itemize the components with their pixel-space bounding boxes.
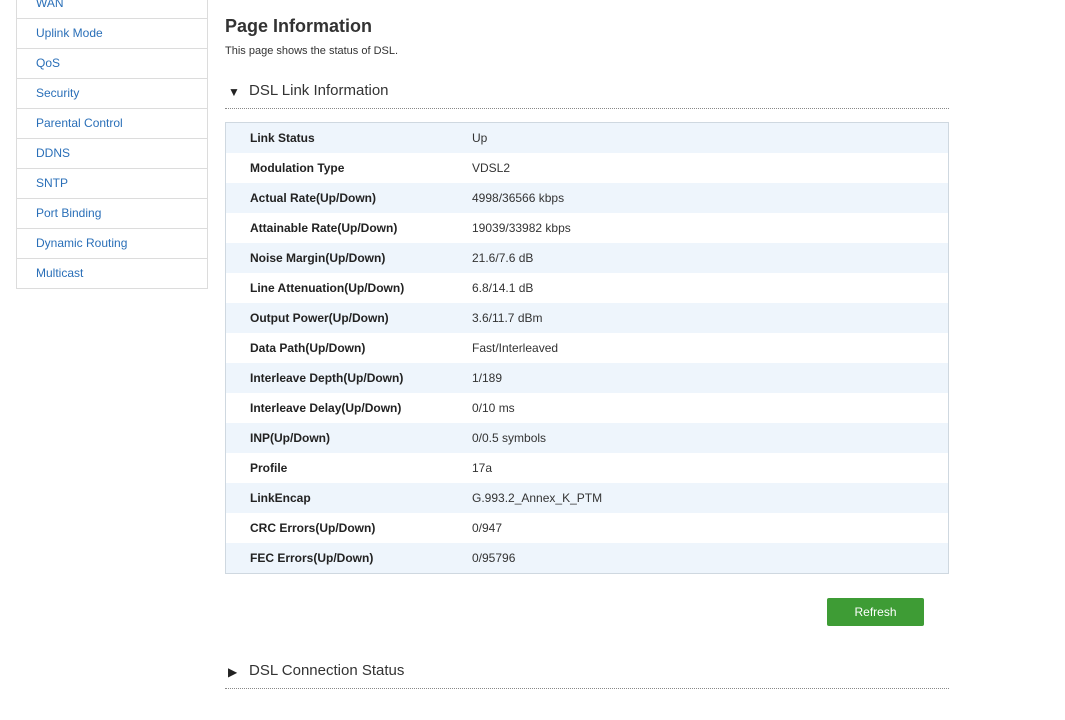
sidebar-item-wan[interactable]: WAN [17, 0, 207, 19]
sidebar-item-parental-control[interactable]: Parental Control [17, 109, 207, 139]
row-value: 0/947 [472, 521, 503, 535]
row-value: 3.6/11.7 dBm [472, 311, 543, 325]
refresh-button[interactable]: Refresh [827, 598, 924, 626]
row-value: Fast/Interleaved [472, 341, 559, 355]
table-row: CRC Errors(Up/Down) 0/947 [226, 513, 948, 543]
row-label: Interleave Delay(Up/Down) [250, 401, 402, 415]
sidebar-item-uplink-mode[interactable]: Uplink Mode [17, 19, 207, 49]
row-value: 17a [472, 461, 493, 475]
sidebar-item-ddns[interactable]: DDNS [17, 139, 207, 169]
sidebar-menu: WAN Uplink Mode QoS Security Parental Co… [16, 0, 208, 289]
row-value: 6.8/14.1 dB [472, 281, 534, 295]
table-row: FEC Errors(Up/Down) 0/95796 [226, 543, 948, 573]
row-value: VDSL2 [472, 161, 511, 175]
table-row: Data Path(Up/Down) Fast/Interleaved [226, 333, 948, 363]
page-title: Page Information [225, 16, 373, 36]
dsl-link-section-header[interactable]: ▼ DSL Link Information [225, 80, 949, 109]
row-label: LinkEncap [250, 491, 311, 505]
table-row: Noise Margin(Up/Down) 21.6/7.6 dB [226, 243, 948, 273]
table-row: Interleave Delay(Up/Down) 0/10 ms [226, 393, 948, 423]
table-row: Link Status Up [226, 123, 948, 153]
dsl-connection-section-header[interactable]: ▶ DSL Connection Status [225, 660, 949, 689]
row-label: Output Power(Up/Down) [250, 311, 389, 325]
row-label: Interleave Depth(Up/Down) [250, 371, 404, 385]
dsl-link-table: Link Status Up Modulation Type VDSL2 Act… [225, 122, 949, 574]
triangle-right-icon: ▶ [228, 665, 238, 679]
table-row: Line Attenuation(Up/Down) 6.8/14.1 dB [226, 273, 948, 303]
table-row: Attainable Rate(Up/Down) 19039/33982 kbp… [226, 213, 948, 243]
dsl-link-heading: DSL Link Information [249, 82, 389, 99]
row-value: 1/189 [472, 371, 503, 385]
table-row: Actual Rate(Up/Down) 4998/36566 kbps [226, 183, 948, 213]
sidebar-item-multicast[interactable]: Multicast [17, 259, 207, 289]
row-label: Line Attenuation(Up/Down) [250, 281, 405, 295]
row-value: G.993.2_Annex_K_PTM [472, 491, 603, 505]
table-row: LinkEncap G.993.2_Annex_K_PTM [226, 483, 948, 513]
row-label: Actual Rate(Up/Down) [250, 191, 376, 205]
row-value: 0/95796 [472, 551, 516, 565]
sidebar-item-port-binding[interactable]: Port Binding [17, 199, 207, 229]
row-label: INP(Up/Down) [250, 431, 330, 445]
row-value: 4998/36566 kbps [472, 191, 565, 205]
table-row: Profile 17a [226, 453, 948, 483]
row-label: Noise Margin(Up/Down) [250, 251, 386, 265]
row-value: 19039/33982 kbps [472, 221, 571, 235]
table-row: Interleave Depth(Up/Down) 1/189 [226, 363, 948, 393]
row-label: Modulation Type [250, 161, 345, 175]
dsl-connection-heading: DSL Connection Status [249, 662, 405, 679]
row-value: 21.6/7.6 dB [472, 251, 534, 265]
triangle-down-icon: ▼ [228, 85, 240, 99]
row-label: FEC Errors(Up/Down) [250, 551, 374, 565]
row-label: CRC Errors(Up/Down) [250, 521, 376, 535]
sidebar-item-qos[interactable]: QoS [17, 49, 207, 79]
sidebar-item-security[interactable]: Security [17, 79, 207, 109]
row-value: Up [472, 131, 488, 145]
table-row: Output Power(Up/Down) 3.6/11.7 dBm [226, 303, 948, 333]
row-label: Profile [250, 461, 288, 475]
table-row: INP(Up/Down) 0/0.5 symbols [226, 423, 948, 453]
page-description: This page shows the status of DSL. [225, 45, 399, 57]
row-label: Data Path(Up/Down) [250, 341, 366, 355]
table-row: Modulation Type VDSL2 [226, 153, 948, 183]
row-label: Link Status [250, 131, 315, 145]
sidebar-item-sntp[interactable]: SNTP [17, 169, 207, 199]
row-value: 0/0.5 symbols [472, 431, 547, 445]
row-value: 0/10 ms [472, 401, 515, 415]
row-label: Attainable Rate(Up/Down) [250, 221, 398, 235]
sidebar-item-dynamic-routing[interactable]: Dynamic Routing [17, 229, 207, 259]
